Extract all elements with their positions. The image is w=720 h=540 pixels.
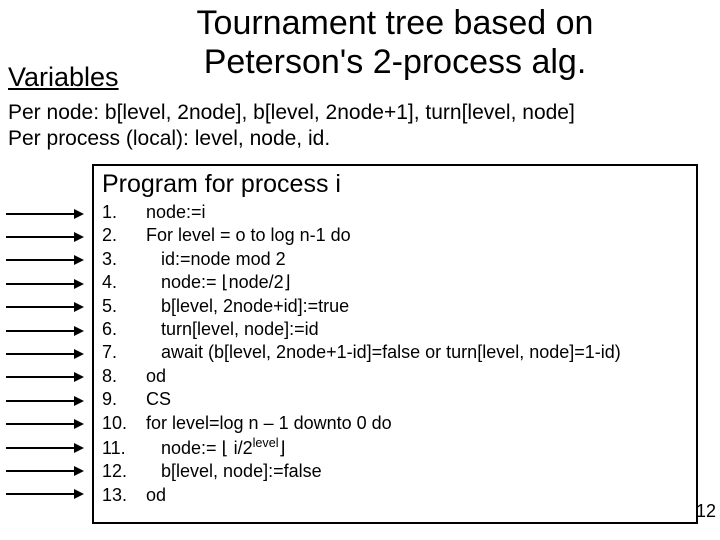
program-heading: Program for process i [102,170,688,199]
code-line: 8.od [102,365,688,388]
line-number: 13. [102,484,146,507]
code-text: b[level, node]:=false [146,460,322,483]
variables-line-1: Per node: b[level, 2node], b[level, 2nod… [8,100,710,126]
arrow-icon [6,296,90,319]
code-line: 11. node:= ⌊ i/2level⌋ [102,435,688,460]
arrow-icon [6,389,90,412]
line-number: 5. [102,295,146,318]
arrow-icon [6,272,90,295]
line-number: 4. [102,271,146,294]
code-line: 2.For level = o to log n-1 do [102,224,688,247]
variables-block: Per node: b[level, 2node], b[level, 2nod… [8,100,710,153]
code-text: turn[level, node]:=id [146,318,319,341]
code-line: 6. turn[level, node]:=id [102,318,688,341]
title-line-1: Tournament tree based on [197,4,594,42]
code-text: od [146,484,166,507]
line-number: 11. [102,437,146,460]
arrow-icon [6,436,90,459]
variables-heading: Variables [8,62,119,93]
arrow-icon [6,249,90,272]
code-line: 4. node:= ⌊node/2⌋ [102,271,688,294]
program-box: Program for process i 1.node:=i 2.For le… [92,164,698,524]
slide: Tournament tree based on Peterson's 2-pr… [0,0,720,540]
code-text: node:=i [146,201,206,224]
title-line-2: Peterson's 2-process alg. [204,43,587,81]
code-text: For level = o to log n-1 do [146,224,351,247]
arrow-icon [6,366,90,389]
arrow-icon [6,319,90,342]
code-text: for level=log n – 1 downto 0 do [146,412,392,435]
code-text: b[level, 2node+id]:=true [146,295,349,318]
variables-line-2: Per process (local): level, node, id. [8,126,710,152]
code-line: 3. id:=node mod 2 [102,248,688,271]
code-line: 5. b[level, 2node+id]:=true [102,295,688,318]
code-line: 7. await (b[level, 2node+1-id]=false or … [102,341,688,364]
line-number: 12. [102,460,146,483]
line-number: 8. [102,365,146,388]
arrow-icon [6,342,90,365]
code-line: 12. b[level, node]:=false [102,460,688,483]
arrow-column [6,202,90,506]
code-listing: 1.node:=i 2.For level = o to log n-1 do … [102,201,688,507]
line-number: 1. [102,201,146,224]
code-line: 9.CS [102,388,688,411]
arrow-icon [6,483,90,506]
code-text: CS [146,388,171,411]
line-number: 3. [102,248,146,271]
line-number: 10. [102,412,146,435]
code-text: od [146,365,166,388]
code-line: 13.od [102,484,688,507]
code-text: node:= ⌊node/2⌋ [146,271,291,294]
slide-title: Tournament tree based on Peterson's 2-pr… [110,4,680,82]
code-text: node:= ⌊ i/2level⌋ [146,435,286,460]
line-number: 9. [102,388,146,411]
line-number: 7. [102,341,146,364]
page-number: 12 [696,501,716,522]
arrow-icon [6,225,90,248]
arrow-icon [6,413,90,436]
code-line: 10.for level=log n – 1 downto 0 do [102,412,688,435]
arrow-icon [6,459,90,482]
code-line: 1.node:=i [102,201,688,224]
code-text: id:=node mod 2 [146,248,286,271]
code-text: await (b[level, 2node+1-id]=false or tur… [146,341,621,364]
line-number: 2. [102,224,146,247]
arrow-icon [6,202,90,225]
line-number: 6. [102,318,146,341]
